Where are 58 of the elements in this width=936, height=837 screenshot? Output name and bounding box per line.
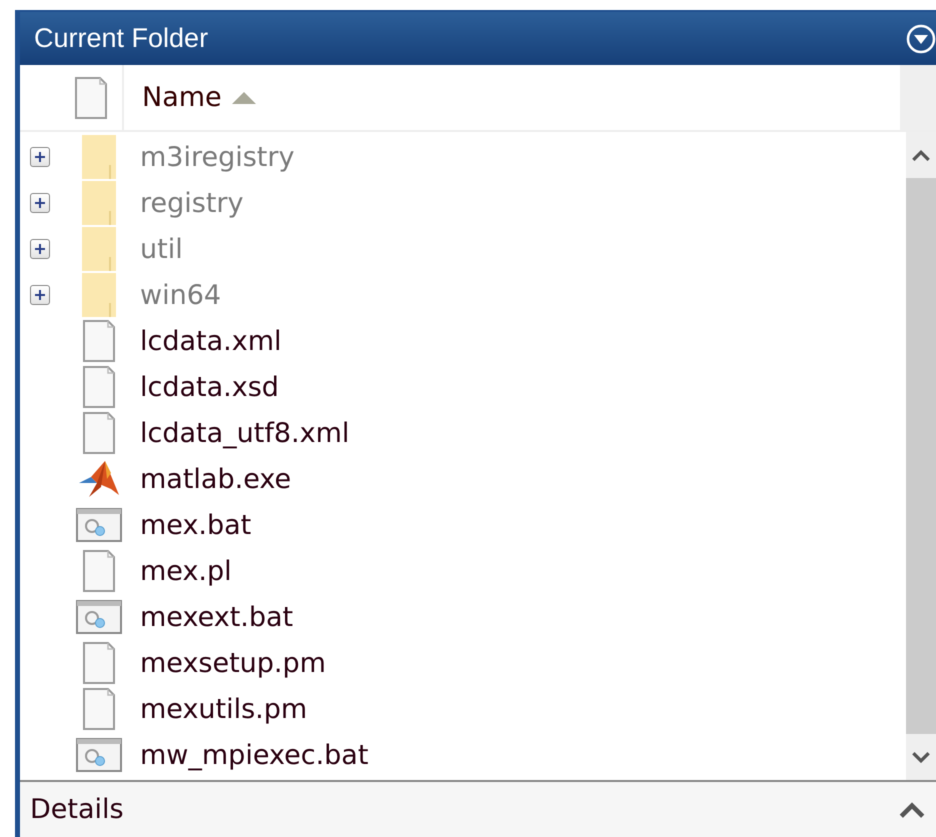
- file-name: util: [140, 234, 183, 264]
- folder-icon: [82, 273, 116, 317]
- file-name: lcdata.xsd: [140, 372, 279, 402]
- expand-button[interactable]: [30, 239, 50, 259]
- file-row[interactable]: mexsetup.pm: [20, 640, 906, 686]
- folder-icon: [82, 227, 116, 271]
- file-icon: [82, 366, 116, 408]
- file-icon: [82, 688, 116, 730]
- file-row[interactable]: lcdata_utf8.xml: [20, 410, 906, 456]
- file-row[interactable]: matlab.exe: [20, 456, 906, 502]
- file-row[interactable]: m3iregistry: [20, 134, 906, 180]
- caret-up-icon: [911, 149, 931, 161]
- file-row[interactable]: util: [20, 226, 906, 272]
- file-name: mexsetup.pm: [140, 648, 326, 678]
- panel-title: Current Folder: [34, 23, 208, 54]
- gear-window-icon: [76, 738, 122, 772]
- details-label: Details: [30, 794, 124, 825]
- folder-icon: [82, 181, 116, 225]
- file-name: lcdata_utf8.xml: [140, 418, 350, 448]
- peak-logo-icon: [77, 459, 121, 499]
- file-row[interactable]: mexext.bat: [20, 594, 906, 640]
- file-name: mw_mpiexec.bat: [140, 740, 368, 770]
- gear-window-icon: [76, 508, 122, 542]
- expand-button[interactable]: [898, 801, 926, 818]
- panel-menu-button[interactable]: [906, 24, 936, 54]
- file-row[interactable]: mexutils.pm: [20, 686, 906, 732]
- gear-window-icon: [76, 600, 122, 634]
- plus-icon: [34, 289, 46, 301]
- file-icon: [82, 550, 116, 592]
- file-name: lcdata.xml: [140, 326, 282, 356]
- caret-up-icon: [898, 801, 926, 818]
- file-name: mexext.bat: [140, 602, 294, 632]
- file-name: mexutils.pm: [140, 694, 308, 724]
- file-row[interactable]: mex.bat: [20, 502, 906, 548]
- expand-button[interactable]: [30, 285, 50, 305]
- file-name: matlab.exe: [140, 464, 292, 494]
- plus-icon: [34, 197, 46, 209]
- file-row[interactable]: win64: [20, 272, 906, 318]
- folder-icon: [82, 135, 116, 179]
- file-row[interactable]: lcdata.xml: [20, 318, 906, 364]
- file-row[interactable]: registry: [20, 180, 906, 226]
- file-icon: [74, 76, 108, 118]
- file-name: win64: [140, 280, 222, 310]
- file-icon: [82, 412, 116, 454]
- expand-button[interactable]: [30, 147, 50, 167]
- plus-icon: [34, 243, 46, 255]
- file-row[interactable]: mex.pl: [20, 548, 906, 594]
- caret-down-icon: [911, 751, 931, 763]
- plus-icon: [34, 151, 46, 163]
- expand-button[interactable]: [30, 193, 50, 213]
- file-icon: [82, 642, 116, 684]
- file-icon: [82, 320, 116, 362]
- file-name: mex.pl: [140, 556, 232, 586]
- file-name: m3iregistry: [140, 142, 294, 172]
- file-name: mex.bat: [140, 510, 252, 540]
- file-row[interactable]: lcdata.xsd: [20, 364, 906, 410]
- file-row[interactable]: mw_mpiexec.bat: [20, 732, 906, 778]
- file-name: registry: [140, 188, 244, 218]
